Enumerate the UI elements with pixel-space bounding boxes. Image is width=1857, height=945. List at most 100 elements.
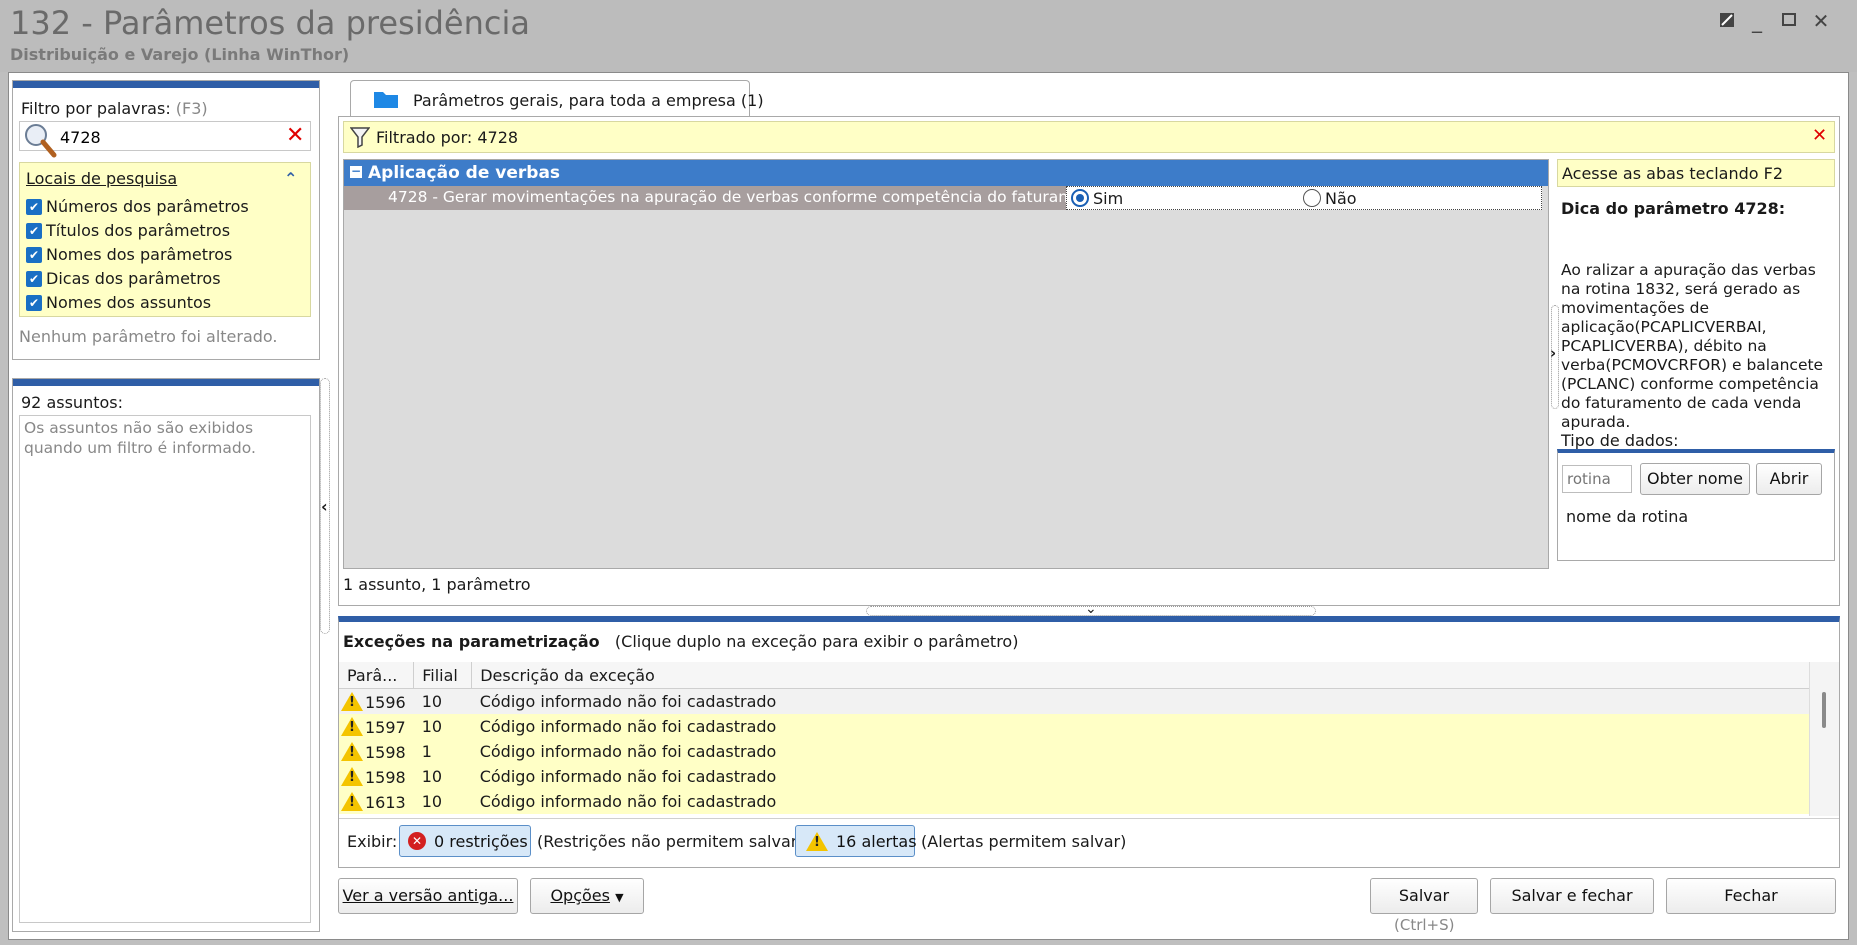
subjects-list: Os assuntos não são exibidos quando um f… — [19, 415, 311, 923]
column-header-param[interactable]: Parâ... — [339, 662, 415, 689]
window-subtitle: Distribuição e Varejo (Linha WinThor) — [10, 45, 350, 64]
tabs-hint-text: Acesse as abas teclando F2 — [1562, 164, 1784, 183]
warning-icon — [341, 691, 363, 711]
alerts-button[interactable]: 16 alertas — [795, 825, 917, 857]
old-version-button[interactable]: Ver a versão antiga... — [338, 878, 518, 914]
parameter-row[interactable]: 4728 - Gerar movimentações na apuração d… — [344, 186, 1548, 210]
row-description: Código informado não foi cadastrado — [479, 742, 777, 761]
restrictions-button[interactable]: ✕ 0 restrições — [399, 825, 531, 857]
clear-search-icon[interactable]: ✕ — [286, 123, 304, 148]
tab-general-parameters[interactable]: Parâmetros gerais, para toda a empresa (… — [350, 80, 764, 118]
restrictions-note: (Restrições não permitem salvar) — [537, 832, 804, 851]
search-locations-title: Locais de pesquisa — [26, 169, 178, 188]
exceptions-grid: Parâ... Filial Descrição da exceção 1596… — [339, 662, 1839, 814]
scrollbar-thumb[interactable] — [1822, 692, 1826, 728]
chevron-left-icon[interactable]: ‹ — [321, 497, 328, 516]
checkbox-checked-icon[interactable]: ✔ — [26, 295, 42, 311]
chevron-right-icon[interactable]: › — [1550, 344, 1556, 362]
tab-count: (1) — [740, 91, 764, 110]
parameter-text: 4728 - Gerar movimentações na apuração d… — [388, 188, 1109, 206]
minimize-icon[interactable]: _ — [1744, 8, 1770, 34]
row-description: Código informado não foi cadastrado — [479, 717, 777, 736]
alerts-note: (Alertas permitem salvar) — [921, 832, 1127, 851]
close-button[interactable]: Fechar — [1666, 878, 1836, 914]
save-close-button[interactable]: Salvar e fechar — [1490, 878, 1654, 914]
parameters-frame: Filtrado por: 4728 ✕ − Aplicação de verb… — [338, 116, 1840, 606]
row-filial: 10 — [421, 692, 443, 711]
subjects-panel: 92 assuntos: Os assuntos não são exibido… — [12, 378, 320, 932]
filter-label: Filtro por palavras: — [21, 99, 171, 118]
left-splitter[interactable]: ‹ — [320, 378, 330, 634]
filter-panel-topbar — [13, 81, 319, 88]
column-header-filial[interactable]: Filial — [413, 662, 473, 689]
horizontal-splitter[interactable]: ⌄ — [866, 601, 1316, 617]
warning-icon — [806, 832, 830, 852]
folder-icon — [373, 89, 399, 113]
right-splitter[interactable]: › — [1550, 305, 1559, 409]
exceptions-panel: Exceções na parametrização (Clique duplo… — [338, 616, 1840, 868]
checkbox-checked-icon[interactable]: ✔ — [26, 247, 42, 263]
search-box[interactable]: ✕ — [19, 121, 311, 158]
window-title: 132 - Parâmetros da presidência — [10, 4, 530, 42]
parameter-grid: − Aplicação de verbas 4728 - Gerar movim… — [343, 159, 1549, 569]
table-row[interactable]: 1598 10 Código informado não foi cadastr… — [339, 764, 1839, 789]
checkbox-checked-icon[interactable]: ✔ — [26, 271, 42, 287]
row-filial: 10 — [421, 792, 443, 811]
row-filial: 10 — [421, 717, 443, 736]
collapse-icon[interactable]: ⌃ — [284, 169, 297, 188]
row-filial: 1 — [421, 742, 432, 761]
row-param: 1598 — [365, 742, 406, 762]
location-label: Nomes dos assuntos — [46, 293, 212, 312]
column-header-description[interactable]: Descrição da exceção — [471, 662, 1839, 689]
table-row[interactable]: 1598 1 Código informado não foi cadastra… — [339, 739, 1839, 764]
parameter-value-cell[interactable]: Sim Não — [1066, 186, 1542, 210]
routine-box: Obter nome Abrir nome da rotina — [1557, 449, 1835, 561]
table-row[interactable]: 1596 10 Código informado não foi cadastr… — [339, 688, 1839, 714]
tip-panel: Dica do parâmetro 4728: Ao ralizar a apu… — [1557, 195, 1835, 579]
pin-icon[interactable] — [1714, 8, 1740, 34]
maximize-icon[interactable] — [1776, 8, 1802, 34]
funnel-icon — [349, 126, 371, 152]
exceptions-scrollbar[interactable] — [1809, 662, 1839, 816]
change-status: Nenhum parâmetro foi alterado. — [19, 327, 278, 346]
clear-filter-icon[interactable]: ✕ — [1812, 125, 1827, 146]
tab-label-group: Parâmetros gerais, para toda a empresa (… — [413, 91, 764, 110]
filter-panel: Filtro por palavras: (F3) ✕ Locais de pe… — [12, 80, 320, 360]
filter-shortcut: (F3) — [175, 99, 208, 118]
row-param: 1597 — [365, 717, 406, 737]
filtered-label: Filtrado por: 4728 — [376, 128, 519, 147]
exceptions-hint: (Clique duplo na exceção para exibir o p… — [614, 632, 1019, 651]
tabs-hint: Acesse as abas teclando F2 — [1557, 159, 1835, 187]
group-title: Aplicação de verbas — [368, 163, 561, 183]
tab-label: Parâmetros gerais, para toda a empresa — [413, 91, 736, 110]
close-window-icon[interactable]: ✕ — [1808, 8, 1834, 34]
error-icon: ✕ — [408, 832, 426, 850]
table-header-row: Parâ... Filial Descrição da exceção — [339, 662, 1839, 689]
radio-selected-icon[interactable] — [1071, 189, 1089, 207]
table-row[interactable]: 1597 10 Código informado não foi cadastr… — [339, 714, 1839, 739]
filter-label-group: Filtro por palavras: (F3) — [21, 99, 208, 118]
search-input[interactable] — [58, 124, 272, 150]
save-button[interactable]: Salvar — [1370, 878, 1478, 914]
row-description: Código informado não foi cadastrado — [479, 792, 777, 811]
filtered-bar: Filtrado por: 4728 ✕ — [343, 121, 1835, 153]
options-button[interactable]: Opções ▼ — [530, 878, 644, 914]
open-button[interactable]: Abrir — [1756, 463, 1822, 495]
table-row[interactable]: 1613 10 Código informado não foi cadastr… — [339, 789, 1839, 814]
row-param: 1613 — [365, 792, 406, 812]
warning-icon — [341, 741, 363, 761]
location-label: Dicas dos parâmetros — [46, 269, 221, 288]
collapse-group-icon[interactable]: − — [350, 165, 362, 178]
checkbox-checked-icon[interactable]: ✔ — [26, 199, 42, 215]
group-header[interactable]: − Aplicação de verbas — [344, 160, 1548, 186]
search-icon — [22, 122, 58, 162]
checkbox-checked-icon[interactable]: ✔ — [26, 223, 42, 239]
search-locations: Locais de pesquisa ⌃ ✔ Números dos parâm… — [19, 162, 311, 317]
option-yes-label: Sim — [1093, 189, 1124, 208]
chevron-down-icon[interactable]: ⌄ — [1085, 601, 1097, 617]
parameter-cell[interactable]: 4728 - Gerar movimentações na apuração d… — [344, 186, 1108, 210]
get-name-button[interactable]: Obter nome — [1640, 463, 1750, 495]
rotina-input[interactable] — [1562, 465, 1632, 493]
radio-unselected-icon[interactable] — [1303, 189, 1321, 207]
exceptions-header: Exceções na parametrização (Clique duplo… — [343, 632, 1018, 651]
